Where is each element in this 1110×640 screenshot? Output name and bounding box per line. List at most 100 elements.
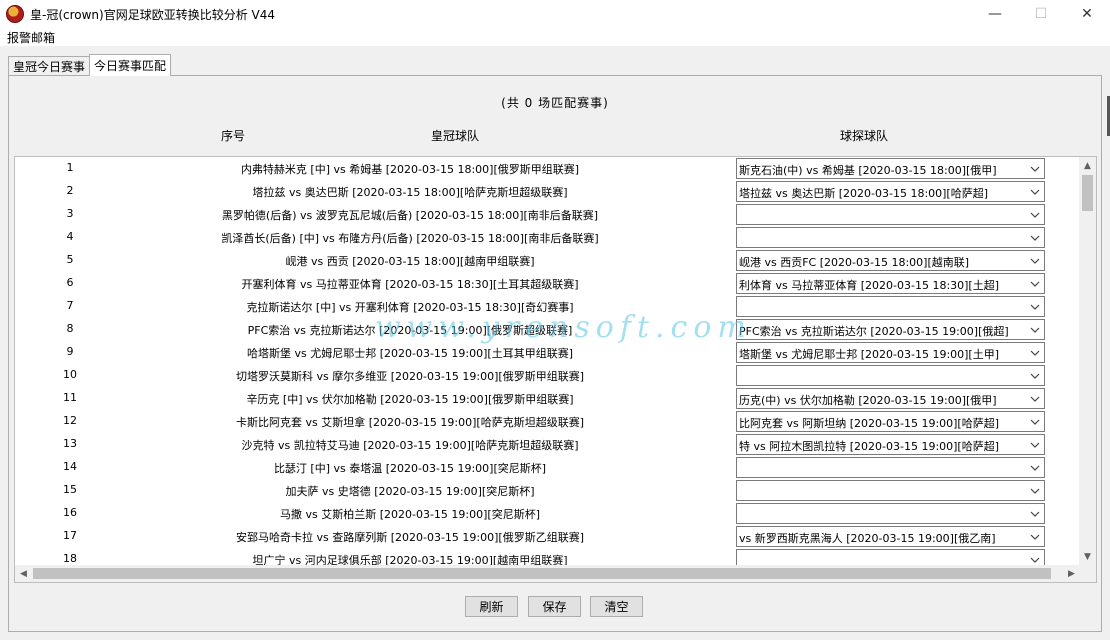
row-number: 5: [66, 253, 74, 266]
qiutan-match-select[interactable]: [736, 296, 1045, 317]
qiutan-match-select[interactable]: [736, 549, 1045, 565]
row-number: 12: [63, 414, 77, 427]
chevron-down-icon[interactable]: [1026, 320, 1044, 339]
qiutan-match-value: 利体育 vs 马拉蒂亚体育 [2020-03-15 18:30][土超]: [739, 279, 1000, 292]
table-row: 15 加夫萨 vs 史塔德 [2020-03-15 19:00][突尼斯杯]: [15, 479, 1080, 502]
chevron-down-icon[interactable]: [1026, 412, 1044, 431]
chevron-down-icon[interactable]: [1026, 389, 1044, 408]
crown-match: 岘港 vs 西贡 [2020-03-15 18:00][越南甲组联赛]: [285, 255, 535, 268]
crown-match: 加夫萨 vs 史塔德 [2020-03-15 19:00][突尼斯杯]: [285, 485, 535, 498]
qiutan-match-select[interactable]: vs 新罗西斯克黑海人 [2020-03-15 19:00][俄乙南]: [736, 526, 1045, 547]
qiutan-match-select[interactable]: [736, 503, 1045, 524]
crown-match: 比瑟汀 [中] vs 泰塔温 [2020-03-15 19:00][突尼斯杯]: [273, 462, 547, 475]
chevron-down-icon[interactable]: [1026, 205, 1044, 224]
crown-match: 坦广宁 vs 河内足球俱乐部 [2020-03-15 19:00][越南甲组联赛…: [252, 554, 568, 565]
chevron-down-icon[interactable]: [1026, 527, 1044, 546]
crown-match: 塔拉兹 vs 奥达巴斯 [2020-03-15 18:00][哈萨克斯坦超级联赛…: [252, 186, 568, 199]
chevron-down-icon[interactable]: [1026, 343, 1044, 362]
crown-match: 卡斯比阿克套 vs 艾斯坦拿 [2020-03-15 19:00][哈萨克斯坦超…: [235, 416, 585, 429]
qiutan-match-select[interactable]: 塔斯堡 vs 尤姆尼耶士邦 [2020-03-15 19:00][土甲]: [736, 342, 1045, 363]
minimize-button[interactable]: —: [972, 0, 1018, 28]
crown-match: 安郅马哈奇卡拉 vs 查路摩列斯 [2020-03-15 19:00][俄罗斯乙…: [235, 531, 585, 544]
qiutan-match-select[interactable]: [736, 365, 1045, 386]
chevron-down-icon[interactable]: [1026, 504, 1044, 523]
chevron-down-icon[interactable]: [1026, 481, 1044, 500]
scroll-up-icon[interactable]: ▲: [1079, 157, 1096, 174]
chevron-down-icon[interactable]: [1026, 228, 1044, 247]
table-row: 13 沙克特 vs 凯拉特艾马迪 [2020-03-15 19:00][哈萨克斯坦…: [15, 433, 1080, 456]
qiutan-match-select[interactable]: [736, 480, 1045, 501]
scroll-down-icon[interactable]: ▼: [1079, 548, 1096, 565]
match-rows: 1 内弗特赫米克 [中] vs 希姆基 [2020-03-15 18:00][俄罗…: [15, 157, 1080, 565]
table-row: 1 内弗特赫米克 [中] vs 希姆基 [2020-03-15 18:00][俄罗…: [15, 157, 1080, 180]
qiutan-match-select[interactable]: 利体育 vs 马拉蒂亚体育 [2020-03-15 18:30][土超]: [736, 273, 1045, 294]
window-controls: — ☐ ✕: [972, 0, 1110, 28]
match-summary: (共 0 场匹配赛事): [501, 96, 609, 110]
qiutan-match-select[interactable]: 比阿克套 vs 阿斯坦纳 [2020-03-15 19:00][哈萨超]: [736, 411, 1045, 432]
save-button[interactable]: 保存: [528, 596, 581, 617]
qiutan-match-select[interactable]: [736, 457, 1045, 478]
table-row: 17 安郅马哈奇卡拉 vs 查路摩列斯 [2020-03-15 19:00][俄罗…: [15, 525, 1080, 548]
table-row: 5 岘港 vs 西贡 [2020-03-15 18:00][越南甲组联赛] 岘港 v…: [15, 249, 1080, 272]
menu-item-alert-email[interactable]: 报警邮箱: [0, 29, 62, 46]
row-number: 16: [63, 506, 77, 519]
hscroll-thumb[interactable]: [33, 568, 1051, 579]
app-logo-icon: [6, 5, 24, 23]
row-number: 4: [66, 230, 74, 243]
crown-match: 马撒 vs 艾斯柏兰斯 [2020-03-15 19:00][突尼斯杯]: [279, 508, 541, 521]
horizontal-scrollbar[interactable]: ◀ ▶: [15, 565, 1080, 582]
table-row: 2 塔拉兹 vs 奥达巴斯 [2020-03-15 18:00][哈萨克斯坦超级联…: [15, 180, 1080, 203]
row-number: 3: [66, 207, 74, 220]
qiutan-match-value: 比阿克套 vs 阿斯坦纳 [2020-03-15 19:00][哈萨超]: [739, 417, 1000, 430]
scroll-right-icon[interactable]: ▶: [1063, 565, 1080, 582]
vertical-scrollbar[interactable]: ▲ ▼: [1079, 157, 1096, 565]
qiutan-match-value: PFC索治 vs 克拉斯诺达尔 [2020-03-15 19:00][俄超]: [739, 325, 1009, 338]
scroll-left-icon[interactable]: ◀: [15, 565, 32, 582]
row-number: 10: [63, 368, 77, 381]
close-button[interactable]: ✕: [1064, 0, 1110, 28]
chevron-down-icon[interactable]: [1026, 297, 1044, 316]
row-number: 2: [66, 184, 74, 197]
table-row: 16 马撒 vs 艾斯柏兰斯 [2020-03-15 19:00][突尼斯杯]: [15, 502, 1080, 525]
row-number: 9: [66, 345, 74, 358]
chevron-down-icon[interactable]: [1026, 366, 1044, 385]
chevron-down-icon[interactable]: [1026, 182, 1044, 201]
tab-today-match[interactable]: 今日赛事匹配: [89, 54, 172, 76]
qiutan-match-select[interactable]: 塔拉兹 vs 奥达巴斯 [2020-03-15 18:00][哈萨超]: [736, 181, 1045, 202]
row-number: 6: [66, 276, 74, 289]
clear-button[interactable]: 清空: [590, 596, 643, 617]
chevron-down-icon[interactable]: [1026, 274, 1044, 293]
button-bar: 刷新 保存 清空: [9, 596, 1101, 618]
tab-crown-today[interactable]: 皇冠今日赛事: [8, 56, 91, 76]
crown-match: 辛历克 [中] vs 伏尔加格勒 [2020-03-15 19:00][俄罗斯甲…: [246, 393, 574, 406]
menu-bar: 报警邮箱: [0, 28, 1110, 46]
tab-strip: 皇冠今日赛事 今日赛事匹配: [8, 54, 172, 76]
crown-match: 开塞利体育 vs 马拉蒂亚体育 [2020-03-15 18:30][土耳其超级…: [241, 278, 579, 291]
scroll-thumb[interactable]: [1082, 175, 1093, 211]
qiutan-match-select[interactable]: [736, 204, 1045, 225]
chevron-down-icon[interactable]: [1026, 458, 1044, 477]
qiutan-match-select[interactable]: 斯克石油(中) vs 希姆基 [2020-03-15 18:00][俄甲]: [736, 158, 1045, 179]
row-number: 15: [63, 483, 77, 496]
title-bar: 皇-冠(crown)官网足球欧亚转换比较分析 V44 — ☐ ✕: [0, 0, 1110, 28]
match-grid: 1 内弗特赫米克 [中] vs 希姆基 [2020-03-15 18:00][俄罗…: [14, 156, 1097, 583]
qiutan-match-value: 塔拉兹 vs 奥达巴斯 [2020-03-15 18:00][哈萨超]: [739, 187, 989, 200]
refresh-button[interactable]: 刷新: [465, 596, 518, 617]
row-number: 8: [66, 322, 74, 335]
table-row: 6 开塞利体育 vs 马拉蒂亚体育 [2020-03-15 18:30][土耳其超…: [15, 272, 1080, 295]
qiutan-match-select[interactable]: [736, 227, 1045, 248]
qiutan-match-select[interactable]: 岘港 vs 西贡FC [2020-03-15 18:00][越南联]: [736, 250, 1045, 271]
qiutan-match-select[interactable]: PFC索治 vs 克拉斯诺达尔 [2020-03-15 19:00][俄超]: [736, 319, 1045, 340]
scroll-corner: [1079, 565, 1096, 582]
chevron-down-icon[interactable]: [1026, 435, 1044, 454]
qiutan-match-select[interactable]: 历克(中) vs 伏尔加格勒 [2020-03-15 19:00][俄甲]: [736, 388, 1045, 409]
chevron-down-icon[interactable]: [1026, 251, 1044, 270]
column-header-qiutan: 球探球队: [840, 129, 889, 143]
row-number: 13: [63, 437, 77, 450]
qiutan-match-select[interactable]: 特 vs 阿拉木图凯拉特 [2020-03-15 19:00][哈萨超]: [736, 434, 1045, 455]
table-row: 11 辛历克 [中] vs 伏尔加格勒 [2020-03-15 19:00][俄罗…: [15, 387, 1080, 410]
chevron-down-icon[interactable]: [1026, 159, 1044, 178]
table-row: 3 黑罗帕德(后备) vs 波罗克瓦尼城(后备) [2020-03-15 18:0…: [15, 203, 1080, 226]
maximize-button[interactable]: ☐: [1018, 0, 1064, 28]
chevron-down-icon[interactable]: [1026, 550, 1044, 565]
